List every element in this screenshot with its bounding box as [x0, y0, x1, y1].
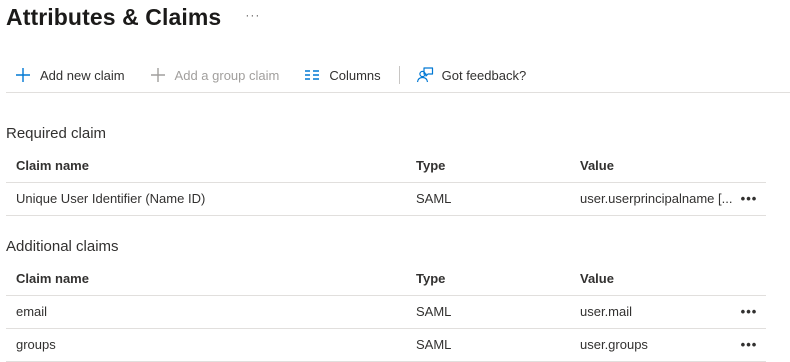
claim-value-cell: user.groups: [580, 337, 648, 352]
table-row[interactable]: Unique User Identifier (Name ID) SAML us…: [6, 183, 766, 216]
column-header-type[interactable]: Type: [416, 263, 566, 295]
row-more-actions-icon[interactable]: •••: [736, 183, 762, 215]
column-header-claim-name[interactable]: Claim name: [16, 150, 406, 182]
columns-icon: [303, 66, 321, 84]
required-claim-title: Required claim: [6, 125, 107, 142]
claim-value-cell: user.userprincipalname [...: [580, 191, 732, 206]
claim-type-cell: SAML: [416, 191, 452, 206]
row-more-actions-icon[interactable]: •••: [736, 329, 762, 361]
add-group-claim-button[interactable]: Add a group claim: [141, 58, 280, 92]
table-header: Claim name Type Value: [6, 263, 766, 296]
column-header-claim-name[interactable]: Claim name: [16, 263, 406, 295]
add-new-claim-button[interactable]: Add new claim: [6, 58, 125, 92]
title-row: Attributes & Claims ···: [6, 2, 260, 32]
add-group-claim-label: Add a group claim: [174, 67, 280, 83]
plus-icon: [14, 66, 32, 84]
row-more-actions-icon[interactable]: •••: [736, 296, 762, 328]
add-new-claim-label: Add new claim: [40, 67, 125, 83]
claim-name-cell: groups: [16, 337, 56, 352]
table-header: Claim name Type Value: [6, 150, 766, 183]
feedback-label: Got feedback?: [441, 67, 527, 83]
additional-claims-title: Additional claims: [6, 238, 119, 255]
claim-name-cell: Unique User Identifier (Name ID): [16, 191, 206, 206]
table-row[interactable]: groups SAML user.groups •••: [6, 329, 766, 362]
page-title: Attributes & Claims: [6, 3, 222, 30]
claim-value-cell: user.mail: [580, 304, 633, 319]
column-header-value[interactable]: Value: [580, 150, 732, 182]
plus-icon: [149, 66, 167, 84]
column-header-value[interactable]: Value: [580, 263, 732, 295]
columns-button[interactable]: Columns: [295, 58, 381, 92]
claim-type-cell: SAML: [416, 304, 452, 319]
more-options-icon[interactable]: ···: [245, 8, 260, 22]
toolbar-divider: [398, 66, 400, 84]
claim-name-cell: email: [16, 304, 48, 319]
required-claim-table: Claim name Type Value Unique User Identi…: [6, 150, 766, 216]
feedback-button[interactable]: Got feedback?: [408, 58, 527, 92]
table-row[interactable]: email SAML user.mail •••: [6, 296, 766, 329]
additional-claims-table: Claim name Type Value email SAML user.ma…: [6, 263, 766, 362]
column-header-type[interactable]: Type: [416, 150, 566, 182]
command-bar: Add new claim Add a group claim Columns …: [6, 58, 790, 93]
claim-type-cell: SAML: [416, 337, 452, 352]
columns-label: Columns: [329, 67, 381, 83]
feedback-person-icon: [416, 66, 434, 84]
